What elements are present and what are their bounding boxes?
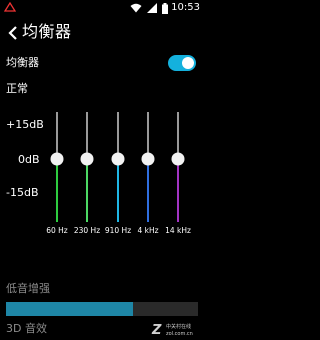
bass-boost-slider[interactable] bbox=[6, 302, 198, 316]
app-bar: 均衡器 bbox=[0, 20, 204, 46]
signal-icon bbox=[147, 3, 157, 13]
equalizer-toggle-label: 均衡器 bbox=[6, 56, 39, 69]
db-label-zero: 0dB bbox=[18, 153, 40, 166]
status-bar: 10:53 bbox=[0, 0, 204, 16]
watermark-line2: zol.com.cn bbox=[166, 331, 193, 337]
switch-knob bbox=[182, 57, 194, 69]
eq-band-knob[interactable] bbox=[111, 152, 125, 166]
preset-selector[interactable]: 正常 bbox=[6, 82, 28, 96]
equalizer-switch[interactable] bbox=[168, 55, 196, 71]
watermark-line1: 中关村在线 bbox=[166, 324, 192, 330]
eq-band-slider[interactable] bbox=[111, 112, 125, 222]
eq-band-knob[interactable] bbox=[141, 152, 155, 166]
page-title: 均衡器 bbox=[22, 22, 72, 41]
virtualizer-label[interactable]: 3D 音效 bbox=[6, 322, 47, 336]
back-button[interactable] bbox=[4, 23, 22, 43]
chevron-left-icon bbox=[8, 26, 17, 40]
eq-band-knob[interactable] bbox=[171, 152, 185, 166]
equalizer-toggle-row[interactable]: 均衡器 bbox=[0, 52, 204, 76]
eq-band-slider[interactable] bbox=[171, 112, 185, 222]
band-freq-label: 14 kHz bbox=[165, 226, 191, 235]
db-label-min: -15dB bbox=[6, 186, 39, 199]
sim-error-icon bbox=[4, 2, 16, 12]
eq-band-slider[interactable] bbox=[50, 112, 64, 222]
eq-band-knob[interactable] bbox=[80, 152, 94, 166]
bass-boost-fill bbox=[6, 302, 133, 316]
eq-band-slider[interactable] bbox=[141, 112, 155, 222]
watermark-logo-icon: Z bbox=[152, 323, 162, 338]
eq-band-knob[interactable] bbox=[50, 152, 64, 166]
db-label-max: +15dB bbox=[6, 118, 44, 131]
eq-band-slider[interactable] bbox=[80, 112, 94, 222]
wifi-icon bbox=[130, 3, 142, 13]
bass-boost-label: 低音增强 bbox=[6, 282, 50, 295]
watermark: Z 中关村在线 zol.com.cn bbox=[152, 323, 202, 339]
clock: 10:53 bbox=[171, 2, 200, 13]
battery-icon bbox=[162, 2, 168, 14]
